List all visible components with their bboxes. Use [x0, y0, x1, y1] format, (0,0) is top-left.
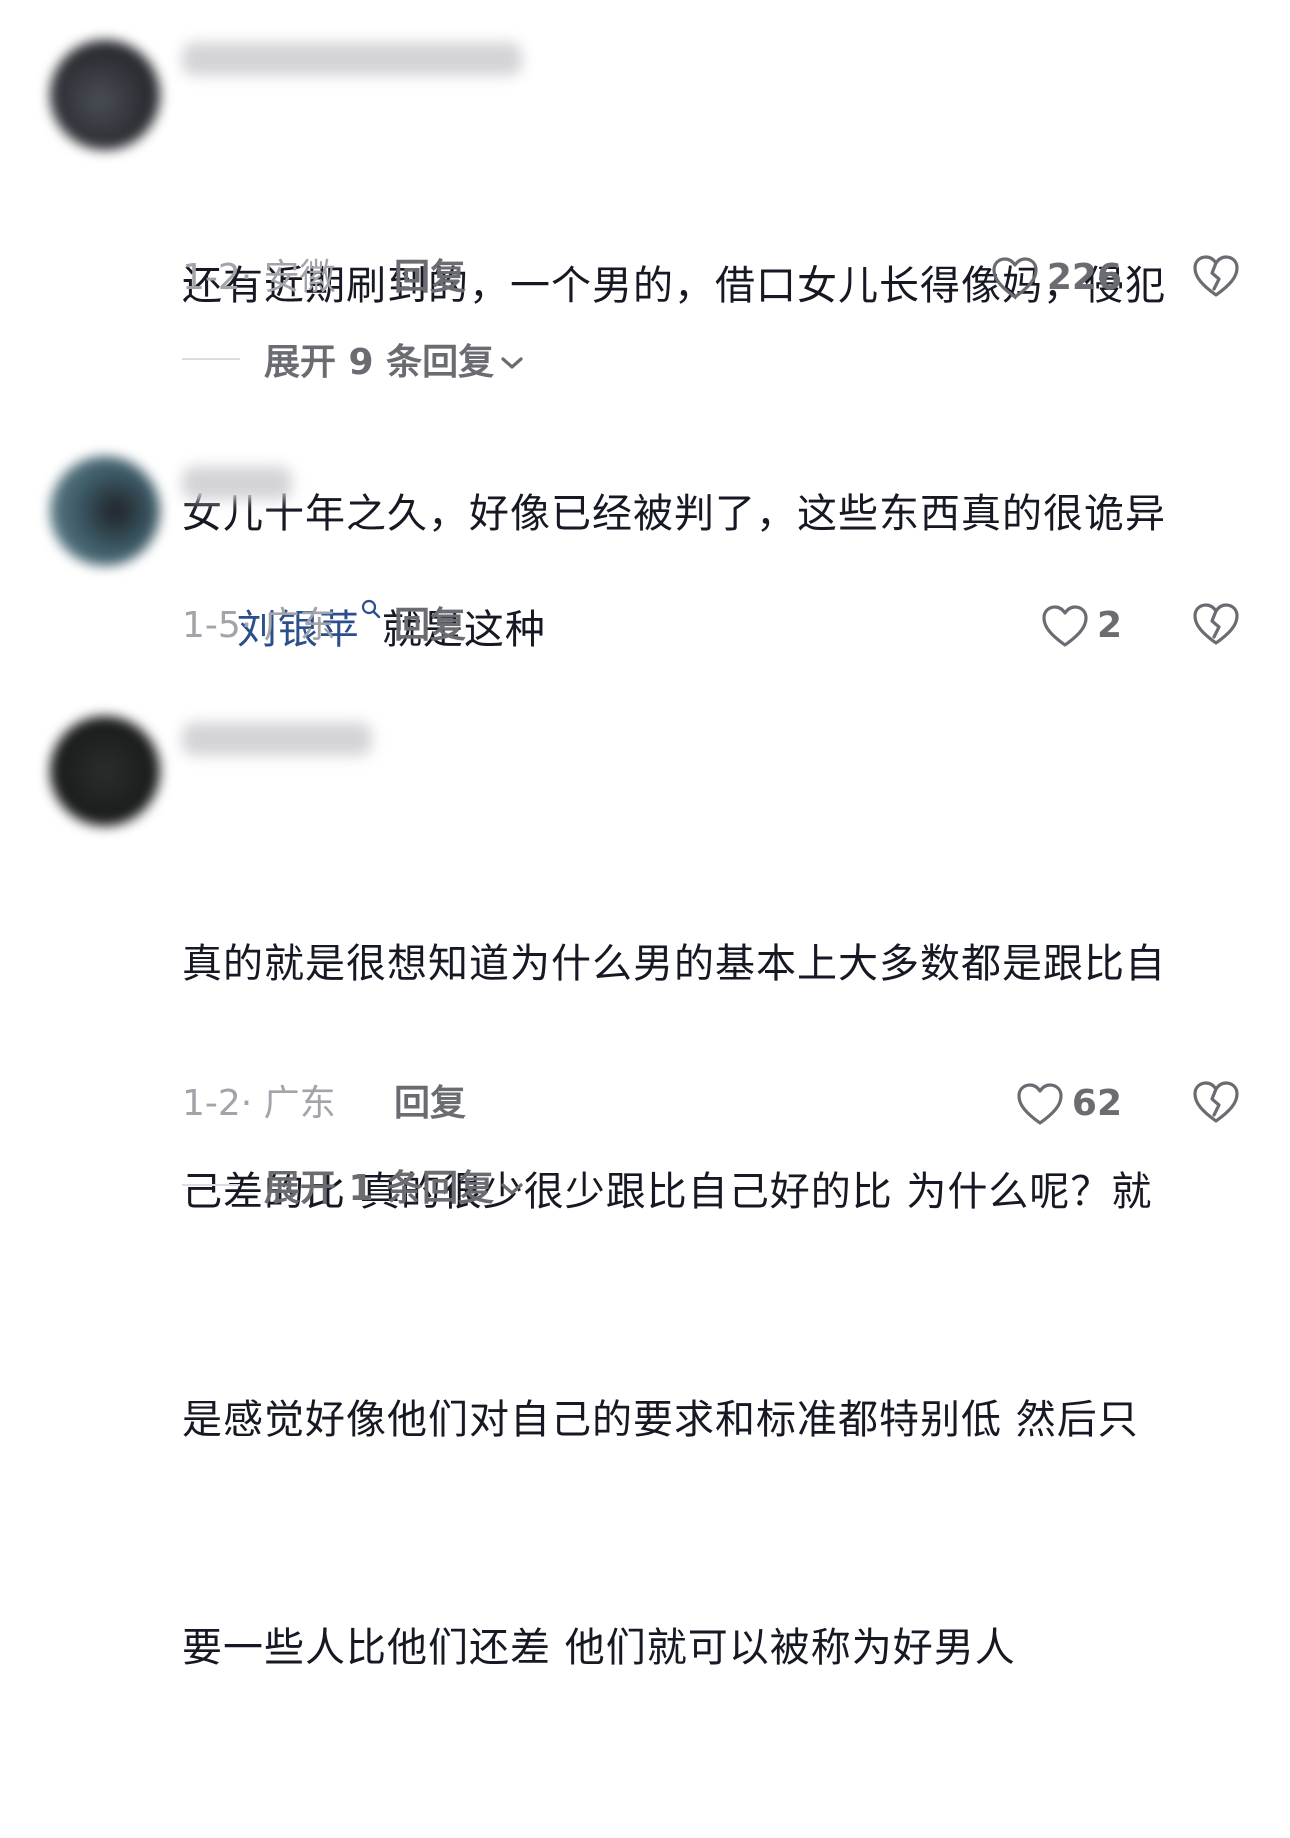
like-count: 2 — [1096, 605, 1122, 646]
comment-text-line: 是感觉好像他们对自己的要求和标准都特别低 然后只 — [182, 1397, 1139, 1443]
dislike-button[interactable] — [1192, 1080, 1240, 1124]
divider-line — [182, 1184, 240, 1186]
heart-icon — [991, 256, 1039, 300]
like-button[interactable]: 62 — [1016, 1074, 1122, 1134]
avatar[interactable] — [50, 456, 160, 566]
reply-button[interactable]: 回复 — [394, 596, 466, 656]
username-blurred[interactable] — [182, 722, 372, 756]
comment-meta: 1-2· 安徽 回复 226 — [182, 248, 1240, 308]
comment-text: 真的就是很想知道为什么男的基本上大多数都是跟比自 己差的比 真的很少很少跟比自己… — [182, 774, 1252, 1838]
comment-meta: 1-2· 广东 回复 62 — [182, 1074, 1240, 1134]
like-count: 62 — [1071, 1083, 1122, 1124]
broken-heart-icon — [1192, 254, 1240, 298]
comment-text-line: 要一些人比他们还差 他们就可以被称为好男人 — [182, 1625, 1016, 1671]
broken-heart-icon — [1192, 1080, 1240, 1124]
avatar[interactable] — [50, 716, 160, 826]
expand-replies-button[interactable]: 展开 9 条回复 — [182, 334, 524, 384]
reply-button[interactable]: 回复 — [394, 248, 466, 308]
heart-icon — [1016, 1082, 1064, 1126]
date-location: 1-2· 安徽 — [182, 257, 336, 298]
username-blurred[interactable] — [182, 42, 522, 76]
expand-replies-button[interactable]: 展开 1 条回复 — [182, 1160, 524, 1210]
date-location: 1-2· 广东 — [182, 1083, 336, 1124]
expand-replies-label: 展开 9 条回复 — [264, 342, 495, 383]
heart-icon — [1041, 604, 1089, 648]
like-count: 226 — [1046, 257, 1122, 298]
dislike-button[interactable] — [1192, 602, 1240, 646]
expand-replies-label: 展开 1 条回复 — [264, 1168, 495, 1209]
reply-button[interactable]: 回复 — [394, 1074, 466, 1134]
divider-line — [182, 358, 240, 360]
chevron-down-icon — [500, 339, 524, 380]
avatar[interactable] — [50, 40, 160, 150]
username-blurred[interactable] — [182, 466, 292, 500]
dislike-button[interactable] — [1192, 254, 1240, 298]
date-location: 1-5· 广东 — [182, 605, 336, 646]
comment-text-line: 真的就是很想知道为什么男的基本上大多数都是跟比自 — [182, 941, 1166, 987]
comment-meta: 1-5· 广东 回复 2 — [182, 596, 1240, 656]
like-button[interactable]: 226 — [991, 248, 1122, 308]
like-button[interactable]: 2 — [1041, 596, 1122, 656]
chevron-down-icon — [500, 1165, 524, 1206]
broken-heart-icon — [1192, 602, 1240, 646]
